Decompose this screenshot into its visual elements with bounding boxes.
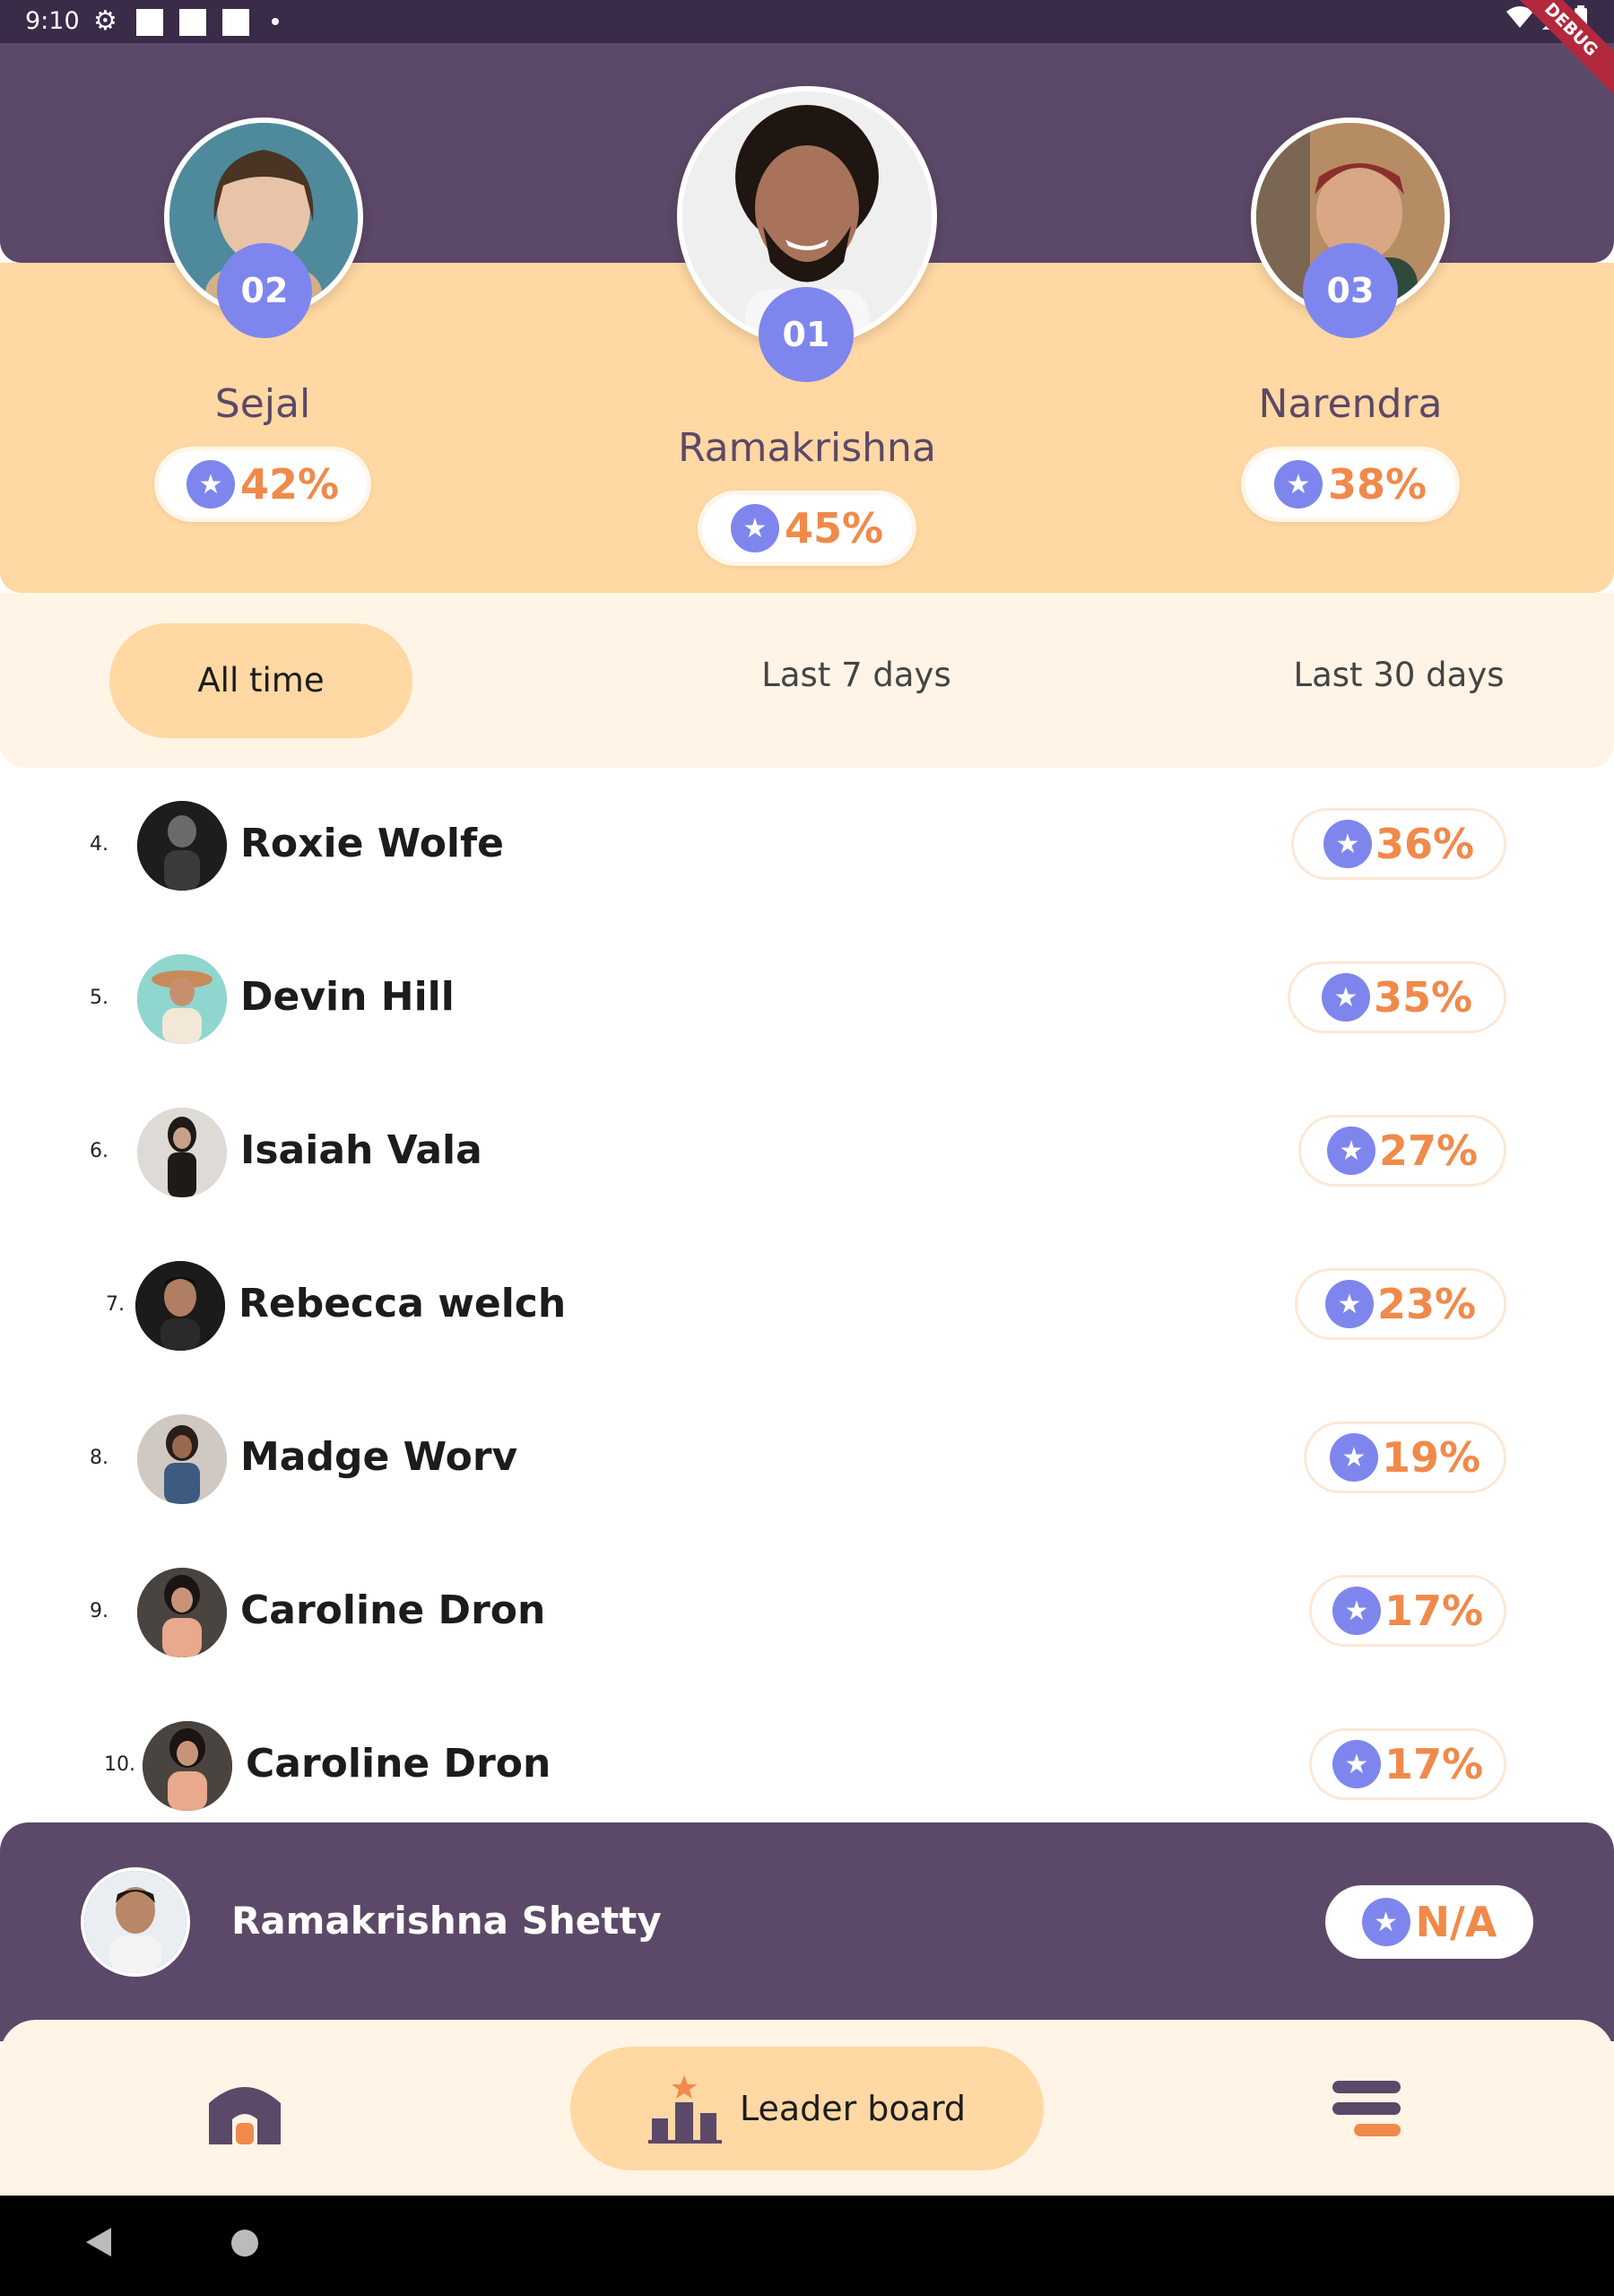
- tab-all-time[interactable]: All time: [109, 623, 412, 738]
- notification-icon: [222, 9, 249, 36]
- star-icon: ★: [1332, 1587, 1381, 1635]
- home-button-icon[interactable]: [231, 2230, 258, 2257]
- avatar: [143, 1721, 232, 1811]
- score-value: 35%: [1373, 973, 1473, 1022]
- menu-icon[interactable]: [1331, 2074, 1402, 2145]
- row-name: Devin Hill: [240, 974, 455, 1020]
- podium-name: Sejal: [214, 381, 311, 427]
- list-item[interactable]: 9. Caroline Dron ★ 17%: [0, 1535, 1614, 1689]
- current-user-name: Ramakrishna Shetty: [231, 1899, 662, 1943]
- score-pill: ★ 17%: [1309, 1575, 1506, 1647]
- score-pill: ★ 19%: [1304, 1422, 1506, 1493]
- score-pill: ★ 35%: [1288, 961, 1506, 1033]
- rank-badge: 01: [759, 287, 854, 382]
- star-icon: ★: [1323, 820, 1372, 868]
- row-rank: 8.: [90, 1447, 108, 1469]
- star-icon: ★: [186, 460, 235, 509]
- list-item[interactable]: 7. Rebecca welch ★ 23%: [0, 1229, 1614, 1382]
- score-value: 36%: [1375, 820, 1475, 868]
- score-pill: ★ 23%: [1295, 1268, 1506, 1340]
- tab-last-7-days[interactable]: Last 7 days: [722, 656, 991, 694]
- avatar: [137, 1108, 227, 1197]
- row-rank: 4.: [90, 833, 108, 856]
- row-rank: 6.: [90, 1140, 108, 1162]
- bottom-navigation: Leader board: [0, 2020, 1614, 2196]
- notification-icon: [179, 9, 206, 36]
- podium-name: Narendra: [1258, 381, 1443, 427]
- row-name: Roxie Wolfe: [240, 821, 504, 866]
- star-icon: ★: [1332, 1740, 1381, 1788]
- notification-icon: [136, 9, 163, 36]
- star-icon: ★: [1273, 460, 1323, 509]
- tab-last-30-days[interactable]: Last 30 days: [1264, 656, 1533, 694]
- status-bar: 9:10 ⚙: [0, 0, 1614, 43]
- score-pill: ★ 17%: [1309, 1728, 1506, 1800]
- score-value: 27%: [1378, 1126, 1479, 1175]
- row-name: Isaiah Vala: [240, 1127, 482, 1173]
- score-value: 17%: [1384, 1740, 1484, 1788]
- row-name: Caroline Dron: [240, 1587, 546, 1633]
- score-value: N/A: [1415, 1898, 1497, 1946]
- score-pill: ★ 38%: [1241, 447, 1460, 522]
- time-filter-tabs: All time Last 7 days Last 30 days: [0, 593, 1614, 768]
- avatar: [81, 1867, 190, 1977]
- star-icon: ★: [1329, 1433, 1378, 1482]
- star-icon: ★: [1321, 973, 1370, 1022]
- score-pill: ★ 36%: [1291, 808, 1506, 880]
- row-rank: 9.: [90, 1600, 108, 1622]
- score-value: 45%: [784, 504, 884, 552]
- row-name: Caroline Dron: [246, 1741, 551, 1787]
- score-pill: ★ 45%: [698, 491, 916, 566]
- settings-icon: ⚙: [93, 5, 117, 37]
- list-item[interactable]: 8. Madge Worv ★ 19%: [0, 1382, 1614, 1535]
- avatar: [137, 1414, 227, 1504]
- row-name: Rebecca welch: [239, 1281, 567, 1326]
- current-user-bar[interactable]: Ramakrishna Shetty ★ N/A: [0, 1822, 1614, 2041]
- score-pill: ★ N/A: [1325, 1885, 1533, 1959]
- avatar: [135, 1261, 225, 1351]
- leaderboard-tab[interactable]: Leader board: [570, 2047, 1044, 2170]
- score-value: 42%: [239, 460, 340, 509]
- row-rank: 7.: [106, 1293, 125, 1316]
- row-rank: 5.: [90, 987, 108, 1009]
- home-icon[interactable]: [209, 2076, 281, 2144]
- avatar: [137, 954, 227, 1044]
- avatar: [137, 1568, 227, 1657]
- podium-name: Ramakrishna: [678, 425, 936, 471]
- score-value: 38%: [1327, 460, 1427, 509]
- list-item[interactable]: 6. Isaiah Vala ★ 27%: [0, 1075, 1614, 1229]
- row-rank: 10.: [104, 1753, 135, 1776]
- more-notifications-icon: [272, 18, 279, 25]
- star-icon: ★: [730, 504, 779, 552]
- star-icon: ★: [1361, 1898, 1410, 1946]
- status-time: 9:10: [25, 7, 80, 35]
- score-pill: ★ 42%: [154, 447, 371, 522]
- list-item[interactable]: 10. Caroline Dron ★ 17%: [0, 1689, 1614, 1842]
- row-name: Madge Worv: [240, 1434, 518, 1480]
- list-item[interactable]: 5. Devin Hill ★ 35%: [0, 922, 1614, 1075]
- leaderboard-label: Leader board: [739, 2089, 967, 2128]
- list-item[interactable]: 4. Roxie Wolfe ★ 36%: [0, 769, 1614, 922]
- avatar: [137, 801, 227, 891]
- star-icon: ★: [1324, 1280, 1374, 1328]
- score-pill: ★ 27%: [1298, 1115, 1506, 1187]
- star-icon: ★: [1326, 1126, 1375, 1175]
- score-value: 17%: [1384, 1587, 1484, 1635]
- back-icon[interactable]: [86, 2228, 111, 2257]
- podium-icon: [647, 2075, 722, 2144]
- score-value: 19%: [1381, 1433, 1481, 1482]
- rank-badge: 03: [1303, 243, 1398, 338]
- score-value: 23%: [1376, 1280, 1477, 1328]
- system-navigation: [0, 2196, 1614, 2296]
- rank-badge: 02: [217, 243, 312, 338]
